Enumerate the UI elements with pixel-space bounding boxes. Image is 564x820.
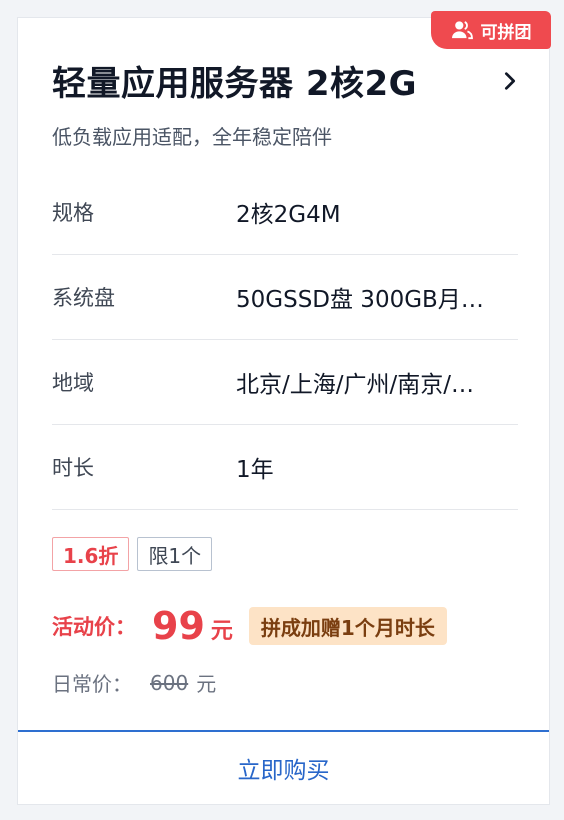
chevron-right-icon[interactable]: [499, 70, 521, 92]
group-buy-label: 可拼团: [480, 22, 532, 43]
spec-value: 50GSSD盘 300GB月流量: [236, 287, 496, 313]
spec-label: 时长: [52, 456, 94, 480]
spec-label: 规格: [52, 201, 94, 225]
spec-label: 地域: [52, 371, 94, 395]
product-card: 可拼团 轻量应用服务器 2核2G 低负载应用适配，全年稳定陪伴 规格 2核2G4…: [17, 11, 551, 805]
spec-value: 2核2G4M: [236, 202, 341, 228]
regular-price-amount: 600: [150, 670, 189, 695]
spec-list: 规格 2核2G4M 系统盘 50GSSD盘 300GB月流量 地域 北京/上海/…: [52, 170, 518, 510]
title-row[interactable]: 轻量应用服务器 2核2G: [52, 56, 521, 105]
price-amount: 99: [152, 604, 205, 648]
regular-price-row: 日常价： 600 元: [52, 668, 216, 697]
price-label: 活动价：: [52, 615, 136, 639]
product-title[interactable]: 轻量应用服务器 2核2G: [52, 56, 417, 105]
price-row: 活动价： 99 元 拼成加赠1个月时长: [52, 604, 447, 648]
limit-tag: 限1个: [137, 537, 213, 571]
spec-value: 北京/上海/广州/南京/成都: [236, 372, 496, 398]
spec-row-disk: 系统盘 50GSSD盘 300GB月流量: [52, 255, 518, 340]
discount-tag: 1.6折: [52, 537, 130, 571]
spec-row-region: 地域 北京/上海/广州/南京/成都: [52, 340, 518, 425]
spec-value: 1年: [236, 457, 274, 483]
regular-price-label: 日常价：: [52, 672, 132, 696]
users-icon: [451, 21, 473, 40]
group-buy-badge: 可拼团: [431, 11, 551, 49]
regular-price-unit: 元: [196, 672, 217, 696]
buy-now-button[interactable]: 立即购买: [18, 730, 549, 804]
spec-label: 系统盘: [52, 286, 115, 310]
tag-group: 1.6折 限1个: [52, 537, 213, 571]
promo-badge: 拼成加赠1个月时长: [248, 607, 447, 645]
price-unit: 元: [210, 619, 233, 644]
product-subtitle: 低负载应用适配，全年稳定陪伴: [52, 125, 332, 149]
spec-row-spec: 规格 2核2G4M: [52, 170, 518, 255]
spec-row-duration: 时长 1年: [52, 425, 518, 510]
